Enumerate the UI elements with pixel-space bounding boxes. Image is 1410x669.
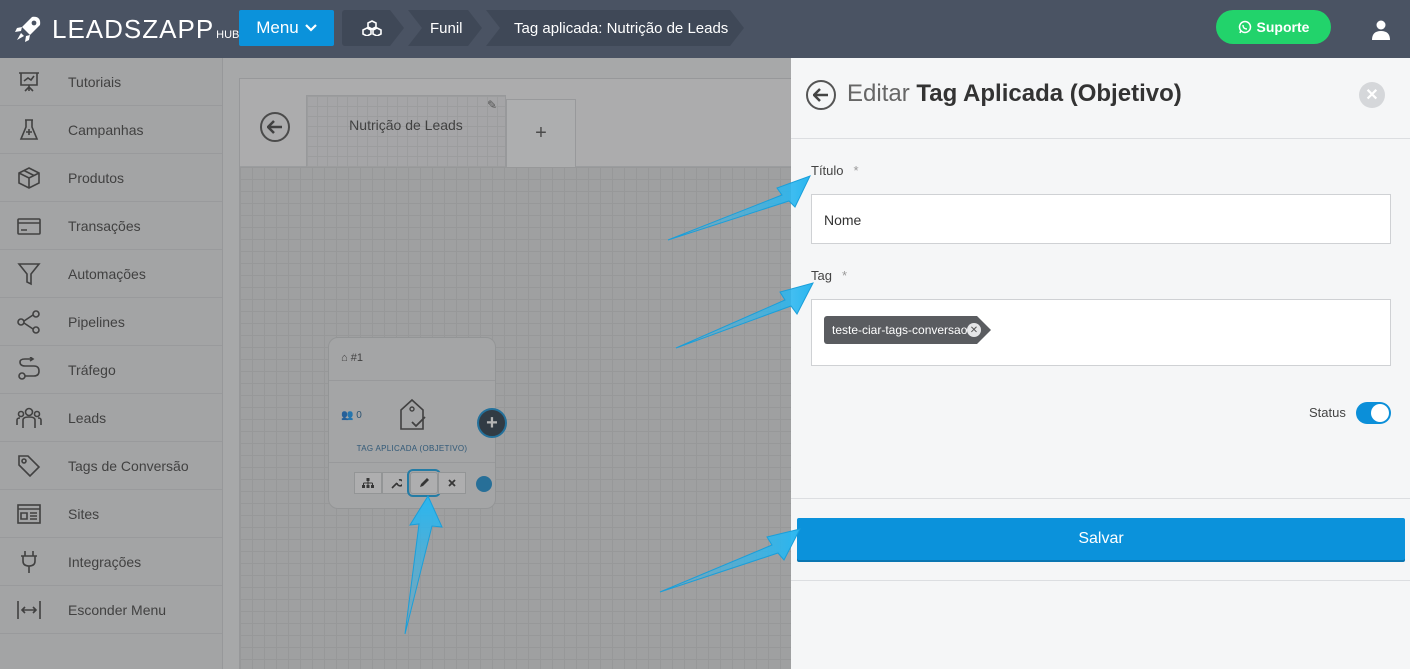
breadcrumb-current[interactable]: Tag aplicada: Nutrição de Leads bbox=[486, 10, 744, 46]
edit-panel: Editar Tag Aplicada (Objetivo) ✕ Título *… bbox=[791, 58, 1410, 669]
titulo-input[interactable]: Nome bbox=[811, 194, 1391, 244]
panel-title-prefix: Editar bbox=[847, 80, 910, 107]
chevron-down-icon bbox=[304, 24, 317, 32]
brand-suffix: HUB bbox=[216, 29, 240, 41]
breadcrumb-funil[interactable]: Funil bbox=[408, 10, 482, 46]
divider bbox=[791, 580, 1410, 581]
panel-title: Editar Tag Aplicada (Objetivo) bbox=[847, 80, 1182, 108]
status-toggle[interactable] bbox=[1356, 402, 1391, 424]
breadcrumb: Funil Tag aplicada: Nutrição de Leads bbox=[342, 10, 748, 46]
required-mark: * bbox=[841, 268, 848, 283]
close-icon[interactable]: ✕ bbox=[1359, 82, 1385, 108]
save-label: Salvar bbox=[1078, 530, 1124, 547]
support-label: Suporte bbox=[1256, 19, 1310, 35]
menu-label: Menu bbox=[256, 18, 299, 37]
support-button[interactable]: Suporte bbox=[1216, 10, 1331, 44]
titulo-value: Nome bbox=[824, 212, 862, 228]
breadcrumb-label: Tag aplicada: Nutrição de Leads bbox=[514, 19, 729, 37]
tag-label-text: Tag bbox=[811, 268, 832, 283]
breadcrumb-home[interactable] bbox=[342, 10, 404, 46]
save-button[interactable]: Salvar bbox=[797, 518, 1405, 560]
top-bar: LEADSZAPP HUB Menu Funil Tag aplicada: N… bbox=[0, 0, 1410, 58]
tag-chip: teste-ciar-tags-conversao bbox=[824, 316, 992, 344]
panel-title-bold: Tag Aplicada (Objetivo) bbox=[916, 80, 1182, 107]
brand-name: LEADSZAPP bbox=[52, 13, 215, 44]
cubes-icon bbox=[362, 20, 382, 36]
panel-back-button[interactable] bbox=[806, 80, 836, 110]
panel-header: Editar Tag Aplicada (Objetivo) ✕ bbox=[791, 58, 1410, 139]
tag-label: Tag * bbox=[811, 268, 847, 283]
titulo-label: Título * bbox=[811, 163, 859, 178]
modal-backdrop[interactable] bbox=[0, 58, 791, 669]
divider bbox=[791, 498, 1410, 499]
whatsapp-icon bbox=[1238, 20, 1251, 34]
menu-button[interactable]: Menu bbox=[239, 10, 334, 46]
status-label: Status bbox=[1309, 405, 1346, 420]
logo[interactable]: LEADSZAPP HUB bbox=[12, 12, 239, 46]
tag-chip-label: teste-ciar-tags-conversao bbox=[832, 323, 968, 337]
user-icon[interactable] bbox=[1372, 20, 1390, 40]
arrow-left-icon bbox=[813, 88, 828, 102]
rocket-icon bbox=[15, 16, 41, 42]
required-mark: * bbox=[853, 163, 859, 178]
titulo-label-text: Título bbox=[811, 163, 844, 178]
tag-input[interactable]: teste-ciar-tags-conversao ✕ bbox=[811, 299, 1391, 366]
remove-tag-icon[interactable]: ✕ bbox=[967, 323, 981, 337]
breadcrumb-label: Funil bbox=[430, 19, 463, 37]
